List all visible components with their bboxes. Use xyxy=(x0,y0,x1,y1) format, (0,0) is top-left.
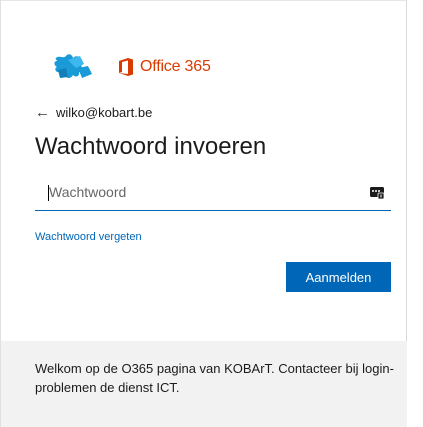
office-icon xyxy=(119,58,133,76)
account-email: wilko@kobart.be xyxy=(56,105,153,120)
back-arrow-icon[interactable]: ← xyxy=(35,104,50,121)
branding-row: Office 365 xyxy=(50,50,211,84)
account-row: ← wilko@kobart.be xyxy=(35,104,152,121)
signin-button[interactable]: Aanmelden xyxy=(286,262,391,292)
text-cursor xyxy=(48,185,49,201)
password-input[interactable] xyxy=(35,178,359,206)
product-name: Office 365 xyxy=(140,58,211,75)
forgot-password-link[interactable]: Wachtwoord vergeten xyxy=(35,231,142,243)
frame-top-border xyxy=(0,0,407,1)
password-key-icon[interactable] xyxy=(369,184,385,200)
kobart-puzzle-logo xyxy=(54,54,92,78)
page-title: Wachtwoord invoeren xyxy=(35,133,267,160)
footer-message: Welkom op de O365 pagina van KOBArT. Con… xyxy=(35,361,394,395)
password-field xyxy=(35,178,391,211)
footer-panel: Welkom op de O365 pagina van KOBArT. Con… xyxy=(1,341,407,427)
